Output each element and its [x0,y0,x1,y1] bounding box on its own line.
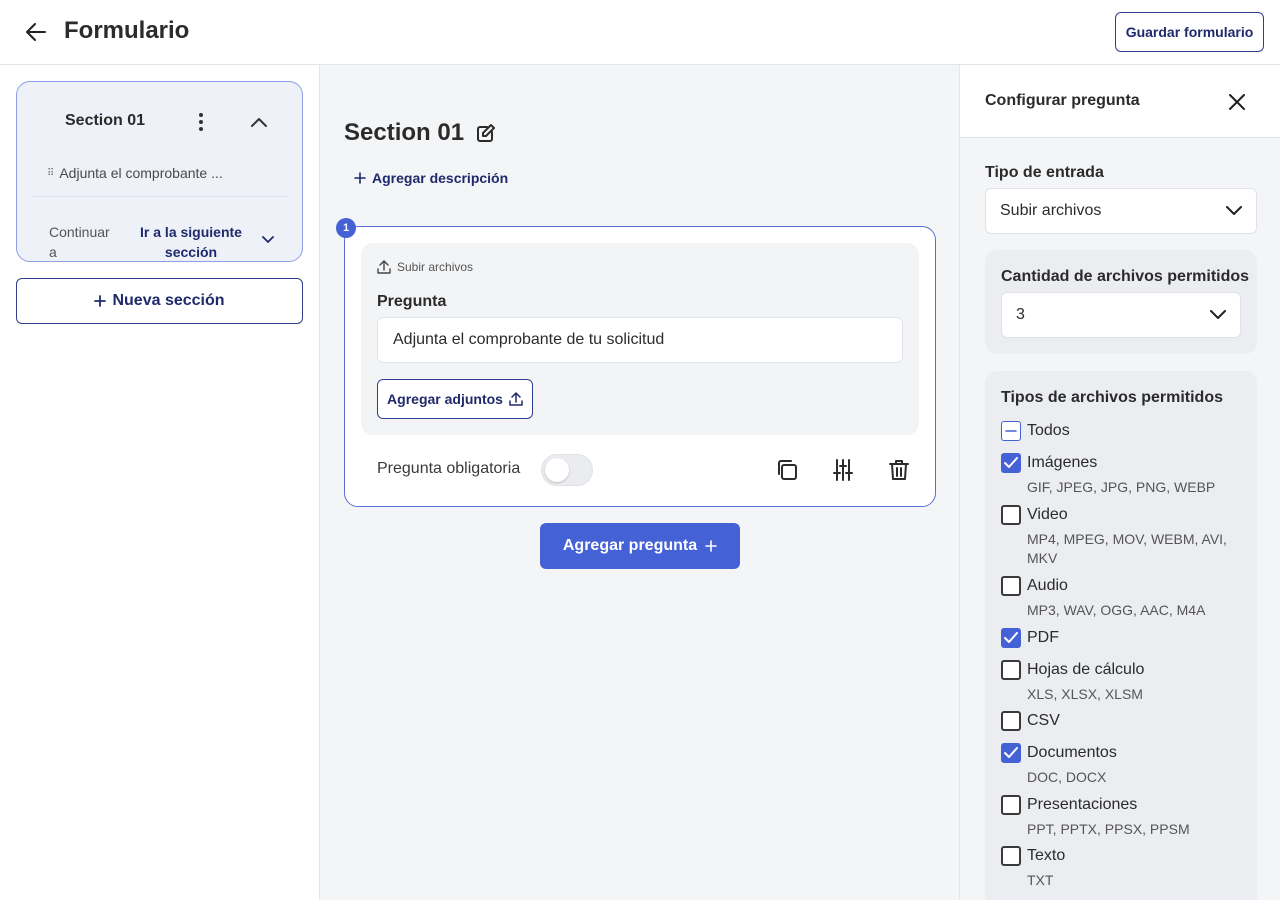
file-type-checkbox[interactable] [1001,576,1021,596]
file-type-checkbox[interactable] [1001,505,1021,525]
file-type-option[interactable]: Presentaciones PPT, PPTX, PPSX, PPSM [1001,793,1231,841]
file-type-extensions: PPT, PPTX, PPSX, PPSM [1027,821,1190,837]
file-type-extensions: DOC, DOCX [1027,769,1107,785]
settings-sliders-icon[interactable] [831,458,855,482]
question-body: Subir archivos Pregunta Adjunta el compr… [361,243,919,435]
continue-label: Continuar a [49,224,110,260]
file-type-name: Video [1027,506,1068,523]
toggle-knob [545,458,569,482]
file-type-name: Presentaciones [1027,796,1138,813]
file-type-extensions: GIF, JPEG, JPG, PNG, WEBP [1027,479,1216,495]
upload-icon [377,260,391,274]
file-type-extensions: TXT [1027,872,1054,888]
input-type-select[interactable]: Subir archivos [985,188,1257,234]
edit-pencil-icon[interactable] [474,121,498,145]
file-type-option[interactable]: Texto TXT [1001,844,1231,892]
file-type-name: Imágenes [1027,454,1098,471]
question-field-label: Pregunta [377,293,447,310]
file-type-option[interactable]: Video MP4, MPEG, MOV, WEBM, AVI, MKV [1001,503,1231,566]
duplicate-icon[interactable] [775,458,799,482]
question-type: Subir archivos [377,260,473,274]
file-type-option[interactable]: Todos [1001,419,1231,445]
plus-icon [705,540,717,552]
file-type-checkbox[interactable] [1001,628,1021,648]
drag-handle-icon[interactable]: ⠿ [47,168,54,179]
sections-sidebar: Section 01 ⠿ Adjunta el comprobante ... … [0,65,320,900]
file-type-extensions: XLS, XLSX, XLSM [1027,686,1143,702]
file-types-box: Tipos de archivos permitidos Todos Imágen… [985,371,1257,900]
section-card[interactable]: Section 01 ⠿ Adjunta el comprobante ... … [16,81,303,262]
add-attachments-label: Agregar adjuntos [387,391,503,407]
upload-icon [509,392,523,406]
file-count-box: Cantidad de archivos permitidos 3 [985,250,1257,354]
input-type-value: Subir archivos [1000,202,1102,219]
add-question-label: Agregar pregunta [562,537,698,554]
top-bar: Formulario Guardar formulario [0,0,1280,65]
add-description-label: Agregar descripción [372,170,509,186]
required-label: Pregunta obligatoria [377,460,521,477]
file-type-extensions: MP3, WAV, OGG, AAC, M4A [1027,602,1206,618]
add-attachments-button[interactable]: Agregar adjuntos [377,379,533,419]
file-type-option[interactable]: Hojas de cálculo XLS, XLSX, XLSM [1001,658,1231,706]
plus-icon [354,172,366,184]
file-count-select[interactable]: 3 [1001,292,1241,338]
config-body: Tipo de entrada Subir archivos Cantidad … [960,138,1280,900]
question-number-badge: 1 [336,218,356,238]
question-config-panel: Configurar pregunta Tipo de entrada Subi… [959,65,1280,900]
file-type-checkbox[interactable] [1001,743,1021,763]
add-description-button[interactable]: Agregar descripción [354,170,508,186]
file-type-name: PDF [1027,629,1059,646]
section-question-item[interactable]: ⠿ Adjunta el comprobante ... [47,165,287,181]
config-header: Configurar pregunta [960,65,1280,138]
save-form-button[interactable]: Guardar formulario [1115,12,1264,52]
file-type-checkbox[interactable] [1001,453,1021,473]
file-type-name: Texto [1027,847,1066,864]
required-toggle[interactable] [541,454,593,486]
new-section-label: Nueva sección [112,292,225,309]
chevron-up-icon[interactable] [247,108,271,136]
file-type-checkbox[interactable] [1001,660,1021,680]
file-type-option[interactable]: Audio MP3, WAV, OGG, AAC, M4A [1001,574,1231,622]
section-card-title: Section 01 [65,112,146,129]
file-type-checkbox[interactable] [1001,795,1021,815]
file-type-name: CSV [1027,712,1060,729]
chevron-down-icon[interactable] [259,232,277,248]
file-type-checkbox[interactable] [1001,711,1021,731]
file-type-option[interactable]: Imágenes GIF, JPEG, JPG, PNG, WEBP [1001,451,1231,499]
file-type-checkbox[interactable] [1001,421,1021,441]
close-icon[interactable] [1224,89,1250,115]
section-title: Section 01 [344,119,465,146]
add-question-button[interactable]: Agregar pregunta [540,523,740,569]
new-section-button[interactable]: Nueva sección [16,278,303,324]
question-card[interactable]: 1 Subir archivos Pregunta Adjunta el com… [336,218,936,507]
file-type-name: Documentos [1027,744,1117,761]
file-type-name: Hojas de cálculo [1027,661,1145,678]
divider [33,196,288,197]
file-type-option[interactable]: PDF [1001,626,1231,652]
file-type-name: Audio [1027,577,1068,594]
page-title: Formulario [64,17,190,44]
plus-icon [94,295,107,307]
config-title: Configurar pregunta [985,92,1140,109]
file-type-extensions: MP4, MPEG, MOV, WEBM, AVI, MKV [1027,531,1227,566]
chevron-down-icon [1210,310,1226,319]
file-types-label: Tipos de archivos permitidos [1001,389,1223,406]
file-type-checkbox[interactable] [1001,846,1021,866]
form-editor: Section 01 Agregar descripción 1 Subir a… [320,65,959,900]
file-count-label: Cantidad de archivos permitidos [1001,268,1250,285]
file-count-value: 3 [1016,306,1025,323]
question-text-input[interactable]: Adjunta el comprobante de tu solicitud [377,317,903,363]
file-type-option[interactable]: Documentos DOC, DOCX [1001,741,1231,789]
back-arrow-icon[interactable] [22,18,50,46]
input-type-label: Tipo de entrada [985,164,1104,181]
continue-destination-select[interactable]: Ir a la siguiente sección [135,222,247,262]
question-preview: Adjunta el comprobante ... [59,165,223,181]
file-type-option[interactable]: CSV [1001,709,1231,735]
question-type-label: Subir archivos [397,260,474,274]
more-options-icon[interactable] [191,108,211,136]
trash-icon[interactable] [887,458,911,482]
file-type-name: Todos [1027,422,1070,439]
chevron-down-icon [1226,206,1242,215]
